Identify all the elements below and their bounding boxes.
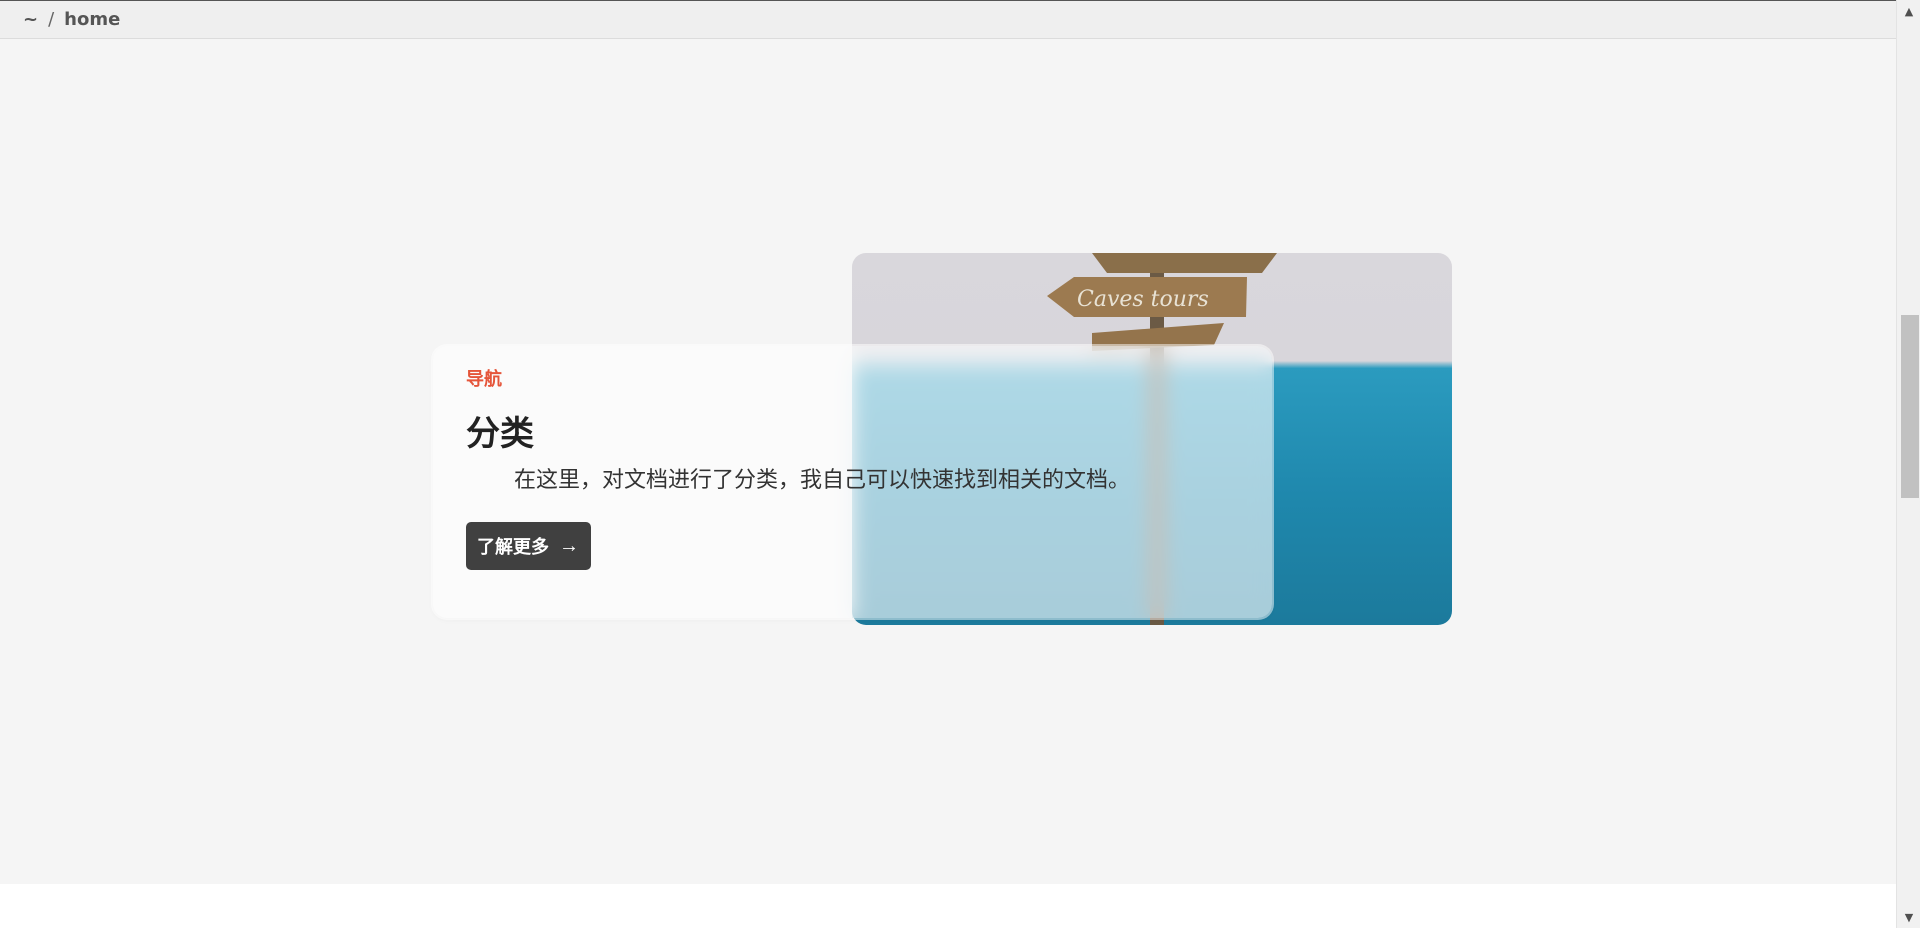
card-description: 在这里，对文档进行了分类，我自己可以快速找到相关的文档。	[514, 468, 1131, 493]
breadcrumb-separator: /	[48, 9, 55, 30]
breadcrumb-current[interactable]: home	[64, 9, 120, 30]
learn-more-label: 了解更多	[477, 537, 549, 557]
breadcrumb: ~ / home	[0, 1, 1896, 39]
card-title: 分类	[466, 414, 534, 454]
category-card: 导航 分类 在这里，对文档进行了分类，我自己可以快速找到相关的文档。 了解更多 …	[433, 346, 1272, 618]
breadcrumb-home-link[interactable]: ~	[23, 9, 38, 30]
scroll-down-icon[interactable]: ▼	[1897, 908, 1920, 926]
vertical-scrollbar[interactable]: ▲ ▼	[1896, 0, 1920, 928]
signpost-caves-text: Caves tours	[1077, 287, 1209, 312]
learn-more-button[interactable]: 了解更多 →	[466, 522, 591, 570]
card-eyebrow: 导航	[466, 369, 502, 390]
scrollbar-thumb[interactable]	[1901, 315, 1919, 498]
scroll-up-icon[interactable]: ▲	[1897, 2, 1920, 20]
arrow-right-icon: →	[559, 534, 579, 557]
signpost-top-sign	[1092, 253, 1277, 273]
footer-area	[0, 884, 1896, 928]
